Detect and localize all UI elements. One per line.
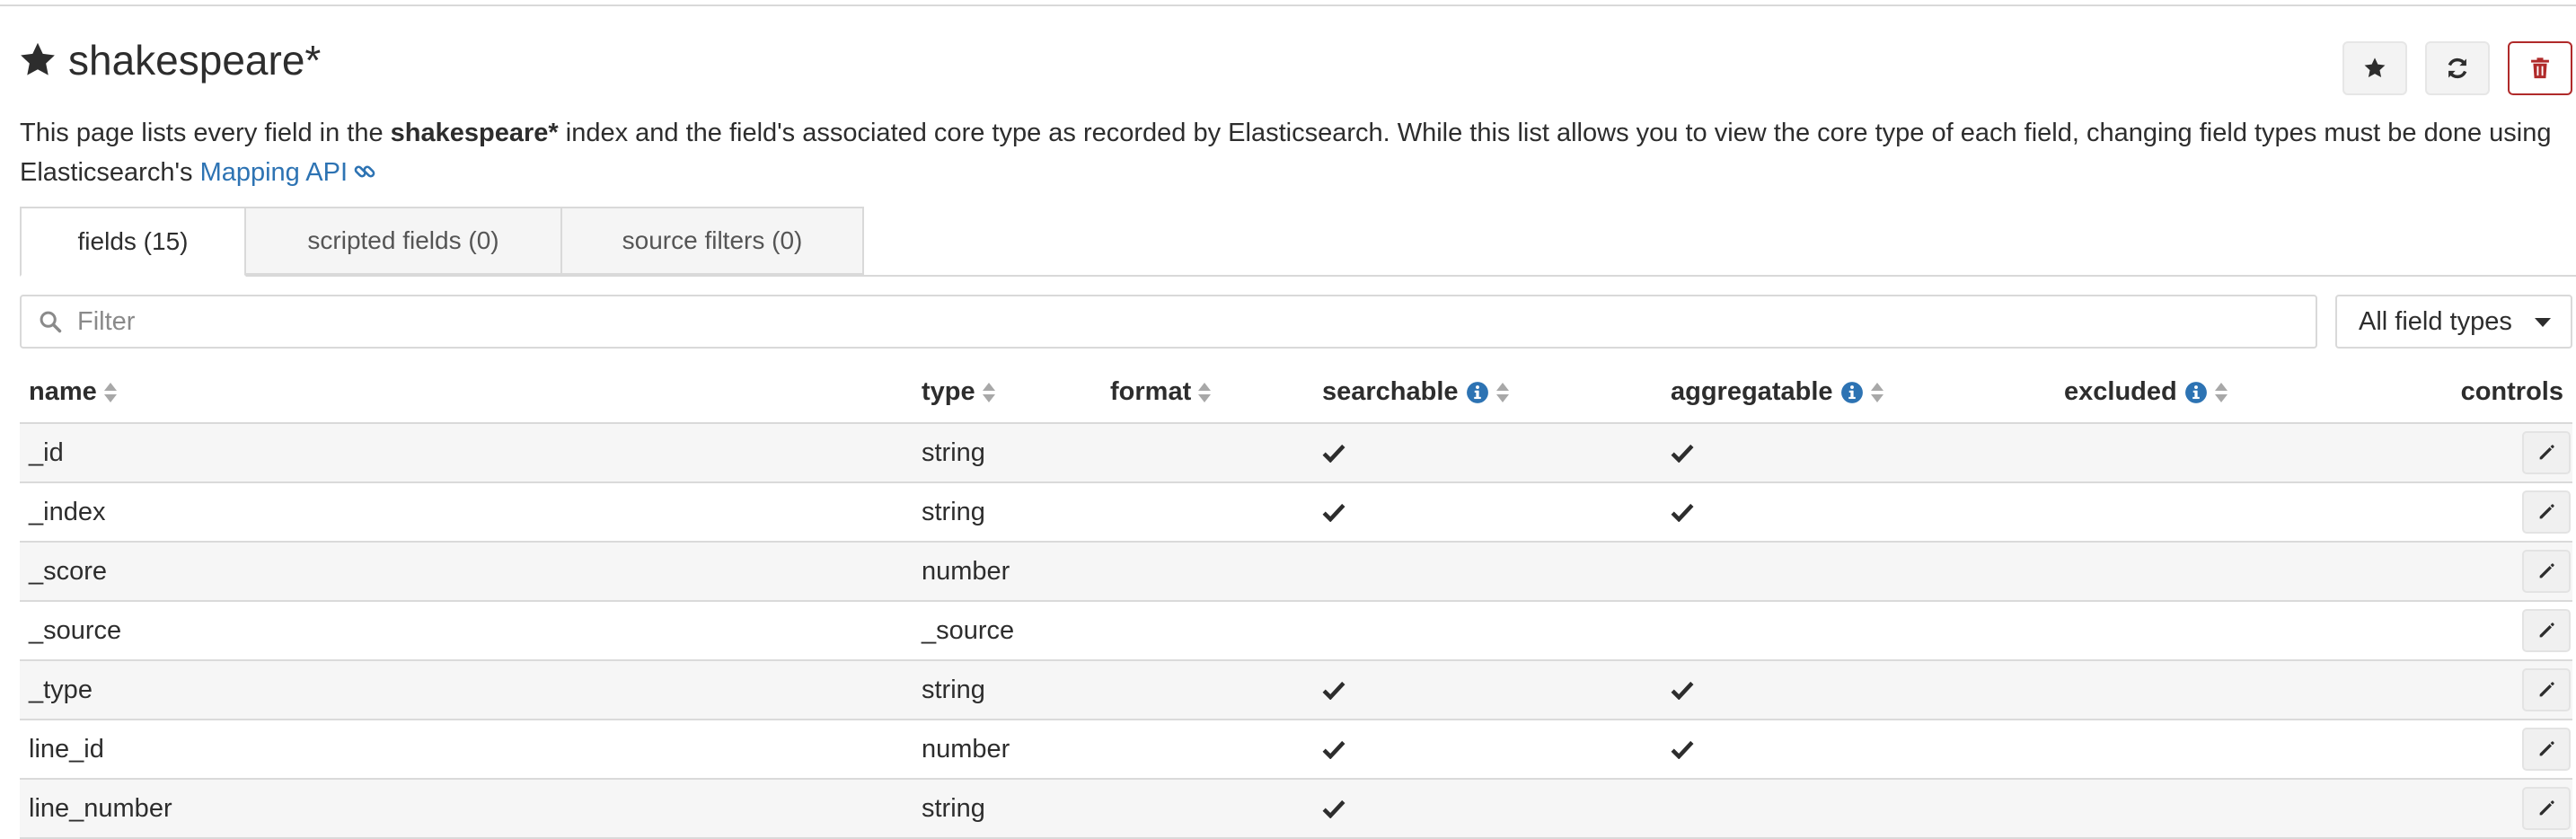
table-row: _index string [20, 483, 2572, 543]
searchable-check-icon [1322, 680, 1345, 701]
sort-icon [1198, 382, 1212, 403]
pencil-icon [2536, 502, 2556, 522]
mapping-api-link-label: Mapping API [199, 158, 348, 187]
edit-field-button[interactable] [2522, 550, 2571, 593]
searchable-check-icon [1322, 502, 1345, 523]
field-type-select[interactable]: All field types [2335, 295, 2572, 349]
table-row: _score number [20, 543, 2572, 602]
tab-source-filters-label: source filters (0) [622, 226, 803, 254]
refresh-icon [2448, 57, 2467, 79]
info-icon[interactable] [1840, 381, 1864, 404]
edit-field-button[interactable] [2522, 490, 2571, 534]
table-row: line_number string [20, 780, 2572, 839]
field-name: _type [29, 676, 93, 704]
info-icon[interactable] [1466, 381, 1489, 404]
pencil-icon [2536, 739, 2556, 759]
tab-scripted-fields[interactable]: scripted fields (0) [244, 207, 562, 275]
column-header-type-label: type [922, 377, 975, 406]
tab-fields-label: fields (15) [77, 227, 189, 255]
column-header-excluded-label: excluded [2064, 377, 2177, 406]
page-title: shakespeare* [68, 37, 322, 84]
column-header-format-label: format [1110, 377, 1192, 406]
table-header: name type format searchable aggregatable… [20, 367, 2572, 424]
column-header-controls-label: controls [2460, 377, 2563, 406]
page-header: shakespeare* [18, 40, 321, 81]
search-icon [40, 311, 62, 333]
table-row: _source _source [20, 602, 2572, 661]
pencil-icon [2536, 561, 2556, 581]
field-type: string [922, 794, 985, 823]
field-type: number [922, 557, 1010, 586]
star-icon [21, 42, 55, 75]
chevron-down-icon [2535, 318, 2551, 327]
star-icon [2364, 57, 2386, 78]
field-type: string [922, 676, 985, 704]
mapping-api-link[interactable]: Mapping API [200, 158, 376, 187]
fields-table-body: _id string _index string _score number _source… [20, 424, 2572, 839]
column-header-searchable-label: searchable [1322, 377, 1459, 406]
header-actions [2342, 41, 2572, 95]
column-header-excluded[interactable]: excluded [2064, 377, 2228, 407]
tab-fields[interactable]: fields (15) [20, 207, 246, 277]
external-link-icon [354, 165, 375, 178]
aggregatable-check-icon [1671, 739, 1694, 760]
page-description: This page lists every field in the shake… [20, 113, 2553, 192]
table-row: _type string [20, 661, 2572, 720]
edit-field-button[interactable] [2522, 787, 2571, 830]
aggregatable-check-icon [1671, 502, 1694, 523]
index-pattern-tabs: fields (15) scripted fields (0) source f… [20, 207, 2576, 277]
aggregatable-check-icon [1671, 443, 1694, 464]
field-type: _source [922, 616, 1015, 645]
edit-field-button[interactable] [2522, 668, 2571, 711]
set-default-button[interactable] [2342, 41, 2407, 95]
tab-scripted-fields-label: scripted fields (0) [307, 226, 499, 254]
pencil-icon [2536, 621, 2556, 640]
filter-input[interactable] [75, 305, 2235, 338]
sort-icon [982, 382, 995, 403]
table-row: line_id number [20, 720, 2572, 780]
field-name: _source [29, 616, 122, 645]
column-header-format[interactable]: format [1110, 377, 1212, 407]
column-header-name[interactable]: name [29, 377, 117, 407]
column-header-aggregatable[interactable]: aggregatable [1671, 377, 1883, 407]
column-header-controls: controls [2461, 377, 2563, 407]
aggregatable-check-icon [1671, 680, 1694, 701]
field-name: line_id [29, 735, 104, 764]
sort-icon [103, 382, 117, 403]
column-header-name-label: name [29, 377, 97, 406]
field-type: string [922, 438, 985, 467]
searchable-check-icon [1322, 739, 1345, 760]
column-header-searchable[interactable]: searchable [1322, 377, 1509, 407]
edit-field-button[interactable] [2522, 728, 2571, 771]
searchable-check-icon [1322, 443, 1345, 464]
info-icon[interactable] [2184, 381, 2208, 404]
field-type: number [922, 735, 1010, 764]
top-divider [0, 0, 2576, 6]
tab-source-filters[interactable]: source filters (0) [560, 207, 864, 275]
field-name: line_number [29, 794, 172, 823]
pencil-icon [2536, 680, 2556, 700]
field-name: _id [29, 438, 64, 467]
field-name: _index [29, 498, 106, 526]
refresh-fields-button[interactable] [2425, 41, 2490, 95]
field-type: string [922, 498, 985, 526]
index-name: shakespeare* [390, 119, 559, 147]
pencil-icon [2536, 799, 2556, 818]
column-header-aggregatable-label: aggregatable [1671, 377, 1833, 406]
delete-index-pattern-button[interactable] [2508, 41, 2572, 95]
trash-icon [2531, 57, 2549, 79]
edit-field-button[interactable] [2522, 609, 2571, 652]
column-header-type[interactable]: type [922, 377, 995, 407]
sort-icon [1495, 382, 1509, 403]
description-text: This page lists every field in the [20, 119, 391, 147]
table-row: _id string [20, 424, 2572, 483]
field-name: _score [29, 557, 108, 586]
filter-field[interactable] [20, 295, 2317, 349]
edit-field-button[interactable] [2522, 431, 2571, 474]
field-type-select-value: All field types [2359, 306, 2512, 336]
sort-icon [1870, 382, 1883, 403]
pencil-icon [2536, 443, 2556, 463]
searchable-check-icon [1322, 799, 1345, 819]
sort-icon [2214, 382, 2228, 403]
